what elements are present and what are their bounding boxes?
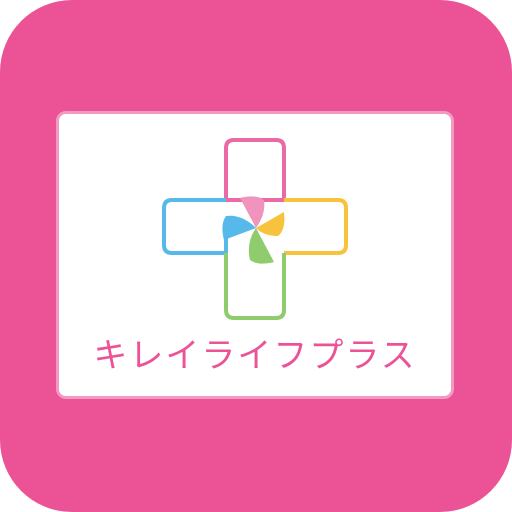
logo-petal-blue: [222, 215, 256, 240]
four-color-plus-logo-icon: [162, 138, 348, 320]
app-icon-background[interactable]: キレイライフプラス: [0, 0, 512, 512]
brand-name: キレイライフプラス: [93, 336, 417, 376]
logo-bottom-arm: [224, 253, 286, 320]
logo-left-arm: [162, 198, 228, 255]
logo-right-arm: [284, 198, 348, 255]
logo-top-arm: [224, 138, 286, 202]
